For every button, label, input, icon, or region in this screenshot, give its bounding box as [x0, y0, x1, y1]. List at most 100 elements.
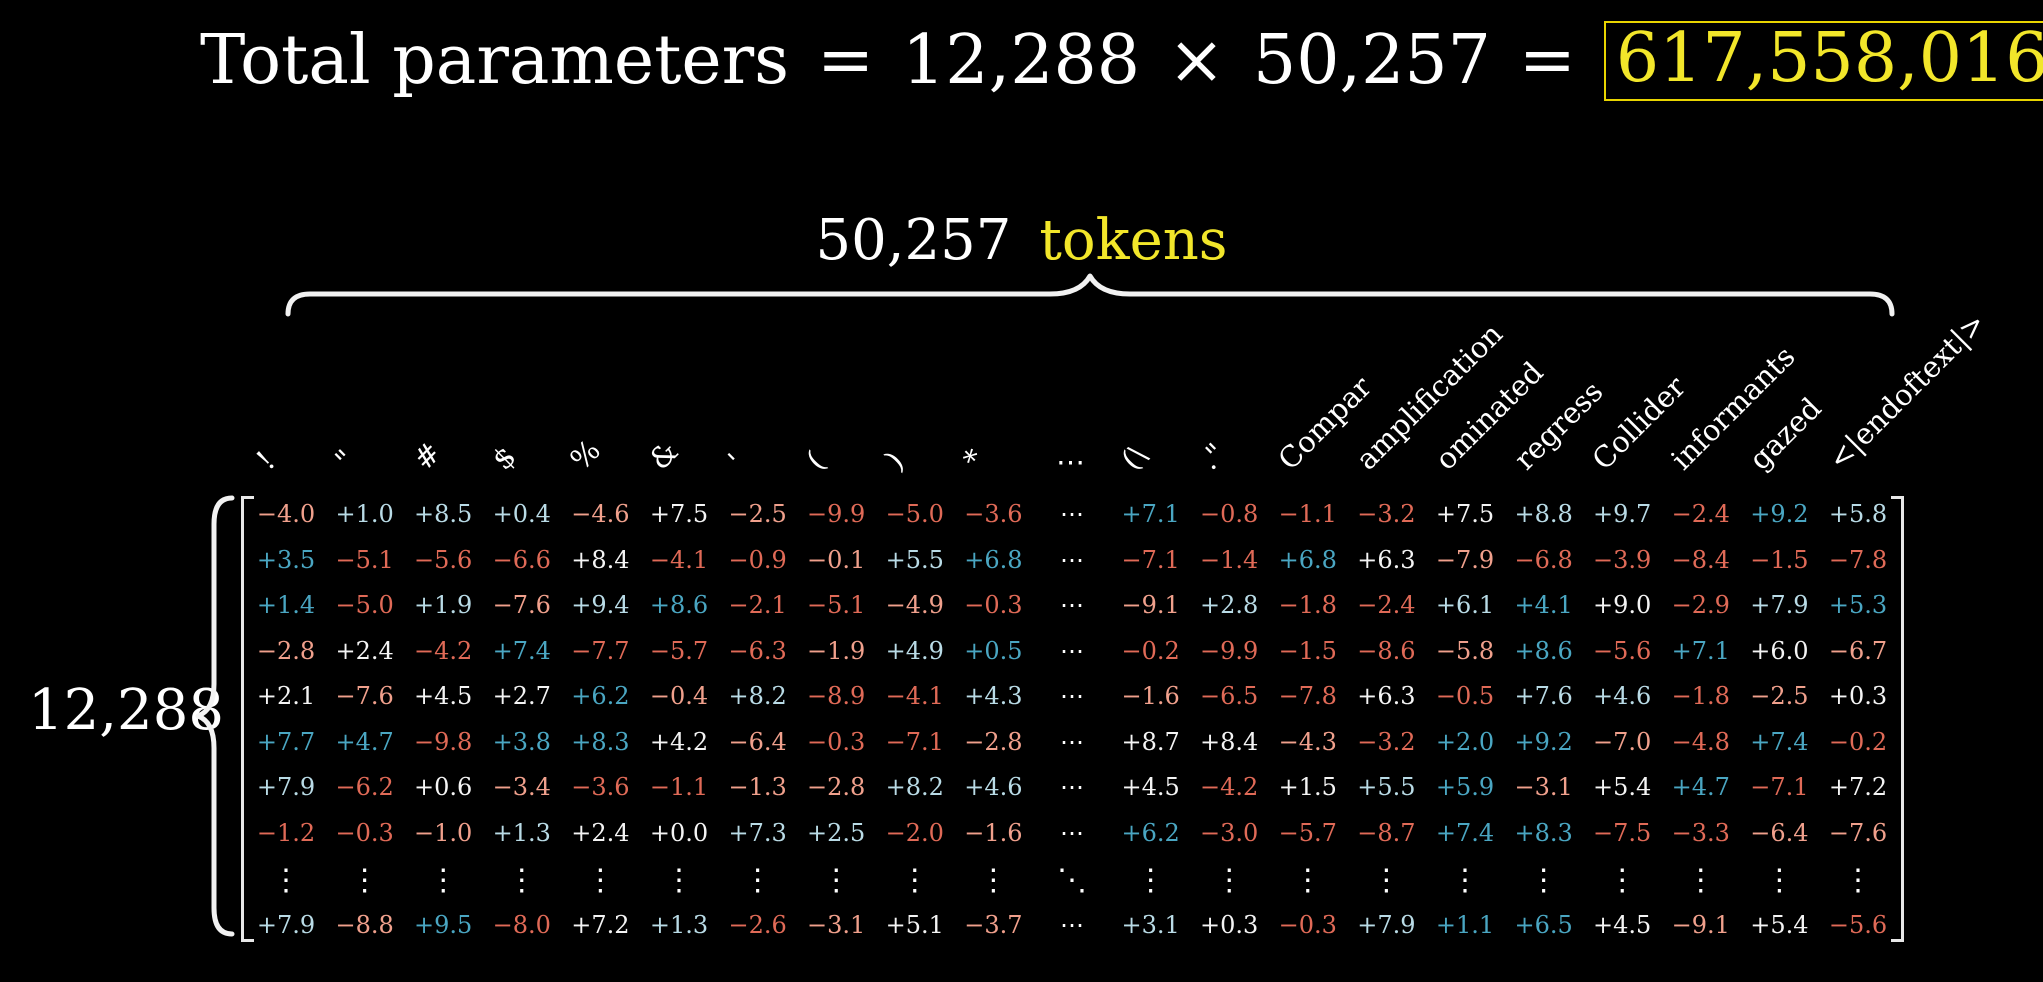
matrix-cell: ⋯ [1060, 637, 1084, 665]
matrix-cell: −4.2 [1200, 773, 1259, 801]
matrix-cell: +7.2 [571, 911, 630, 939]
matrix-cell: +6.0 [1750, 637, 1809, 665]
matrix-cell: +7.5 [1435, 500, 1495, 528]
matrix-cell: −7.1 [1750, 773, 1809, 801]
matrix-cell: +4.5 [1593, 911, 1652, 939]
matrix-cell: −5.0 [885, 500, 944, 528]
matrix-cell: −4.1 [885, 682, 944, 710]
matrix-cell: −7.6 [492, 591, 551, 619]
matrix-cell: −5.1 [335, 546, 394, 574]
matrix-cell: +0.3 [1828, 682, 1888, 710]
matrix-cell: +5.5 [1357, 773, 1416, 801]
matrix-cell: −5.8 [1435, 637, 1495, 665]
matrix-cell: +8.4 [571, 546, 630, 574]
matrix-cell: +6.2 [1121, 819, 1180, 847]
matrix-cell: −7.9 [1435, 546, 1495, 574]
matrix-cell: +2.7 [492, 682, 551, 710]
matrix-cell: +1.9 [414, 591, 473, 619]
matrix-cell: −7.6 [1828, 819, 1888, 847]
matrix-cell: +3.8 [492, 728, 551, 756]
matrix-cell: −0.2 [1121, 637, 1180, 665]
matrix-cell: −0.3 [335, 819, 394, 847]
matrix-cell: +6.3 [1357, 546, 1416, 574]
matrix-cell: ⋮ [428, 863, 459, 898]
matrix-cell: +7.4 [492, 637, 551, 665]
matrix-cell: ⋮ [742, 863, 773, 898]
matrix-cell: −9.1 [1121, 591, 1180, 619]
tokens-label: 50,257 tokens [0, 208, 2043, 273]
matrix-cell: −2.1 [728, 591, 787, 619]
matrix-cell: −1.0 [414, 819, 473, 847]
matrix-cell: +7.3 [728, 819, 787, 847]
matrix-cell: −7.5 [1593, 819, 1652, 847]
column-header: " [327, 442, 362, 477]
matrix-cell: +7.9 [1750, 591, 1809, 619]
matrix-cell: −1.6 [1121, 682, 1180, 710]
matrix-cell: −5.6 [414, 546, 473, 574]
vocab-size-value: 50,257 [1252, 21, 1491, 100]
matrix-cell: +9.2 [1750, 500, 1809, 528]
matrix-cell: +5.9 [1435, 773, 1495, 801]
matrix-cell: −7.8 [1278, 682, 1337, 710]
matrix-cell: ⋮ [1764, 863, 1795, 898]
matrix-cell: −8.0 [492, 911, 551, 939]
matrix-cell: −6.4 [1750, 819, 1809, 847]
matrix-cell: −4.9 [885, 591, 944, 619]
matrix-cell: +7.9 [1357, 911, 1416, 939]
matrix-cell: +0.5 [964, 637, 1023, 665]
column-header: % [563, 432, 608, 477]
matrix-cell: −0.5 [1435, 682, 1495, 710]
matrix-cell: +7.4 [1435, 819, 1495, 847]
matrix-cell: +0.6 [414, 773, 473, 801]
matrix-cell: −0.8 [1200, 500, 1259, 528]
left-brace-icon [195, 495, 235, 937]
matrix-cell: +2.4 [335, 637, 394, 665]
matrix-cell: +8.3 [1514, 819, 1573, 847]
matrix-cell: +7.9 [256, 773, 316, 801]
matrix-cell: +6.8 [1278, 546, 1337, 574]
matrix-cell: +1.5 [1278, 773, 1337, 801]
matrix-cell: −3.6 [571, 773, 630, 801]
matrix-cell: −2.9 [1671, 591, 1730, 619]
matrix-cell: +5.4 [1593, 773, 1652, 801]
column-header: # [406, 435, 448, 477]
column-header: ' [720, 446, 751, 477]
matrix-cell: −4.2 [414, 637, 473, 665]
matrix-cell: +1.0 [335, 500, 394, 528]
matrix-cell: −1.2 [256, 819, 316, 847]
matrix-cell: ⋮ [1214, 863, 1245, 898]
matrix-cell: ⋯ [1060, 728, 1084, 756]
matrix-cell: +7.1 [1671, 637, 1730, 665]
matrix-cell: −6.8 [1514, 546, 1573, 574]
matrix-cell: −2.8 [807, 773, 866, 801]
matrix-cell: −7.1 [885, 728, 944, 756]
matrix-cell: +8.3 [571, 728, 630, 756]
matrix-cell: −6.3 [728, 637, 787, 665]
matrix-cell: ⋮ [1292, 863, 1323, 898]
matrix-cell: +6.1 [1435, 591, 1495, 619]
matrix-cell: +8.2 [885, 773, 944, 801]
matrix-cell: −1.1 [649, 773, 709, 801]
matrix-cell: −4.3 [1278, 728, 1337, 756]
matrix-cell: −2.4 [1357, 591, 1416, 619]
matrix-cell: −1.8 [1278, 591, 1337, 619]
matrix-cell: +7.6 [1514, 682, 1573, 710]
matrix-cell: +5.5 [885, 546, 944, 574]
matrix-cell: ⋮ [821, 863, 852, 898]
matrix-cell: −2.8 [964, 728, 1023, 756]
matrix-cell: +4.6 [964, 773, 1023, 801]
matrix-cell: ⋮ [349, 863, 380, 898]
matrix-cell: +9.7 [1593, 500, 1652, 528]
matrix-cell: ⋮ [1843, 863, 1873, 898]
matrix-cell: +4.2 [649, 728, 709, 756]
matrix-cell: +4.7 [1671, 773, 1730, 801]
matrix-cell: −3.3 [1671, 819, 1730, 847]
matrix-cell: −2.6 [728, 911, 787, 939]
matrix-cell: −5.0 [335, 591, 394, 619]
matrix-cell: −2.0 [885, 819, 944, 847]
matrix-cell: ⋮ [1371, 863, 1402, 898]
matrix-cell: ⋮ [664, 863, 694, 898]
tokens-word: tokens [1039, 208, 1228, 273]
matrix-cell: −0.4 [649, 682, 709, 710]
matrix-cell: −9.9 [807, 500, 866, 528]
